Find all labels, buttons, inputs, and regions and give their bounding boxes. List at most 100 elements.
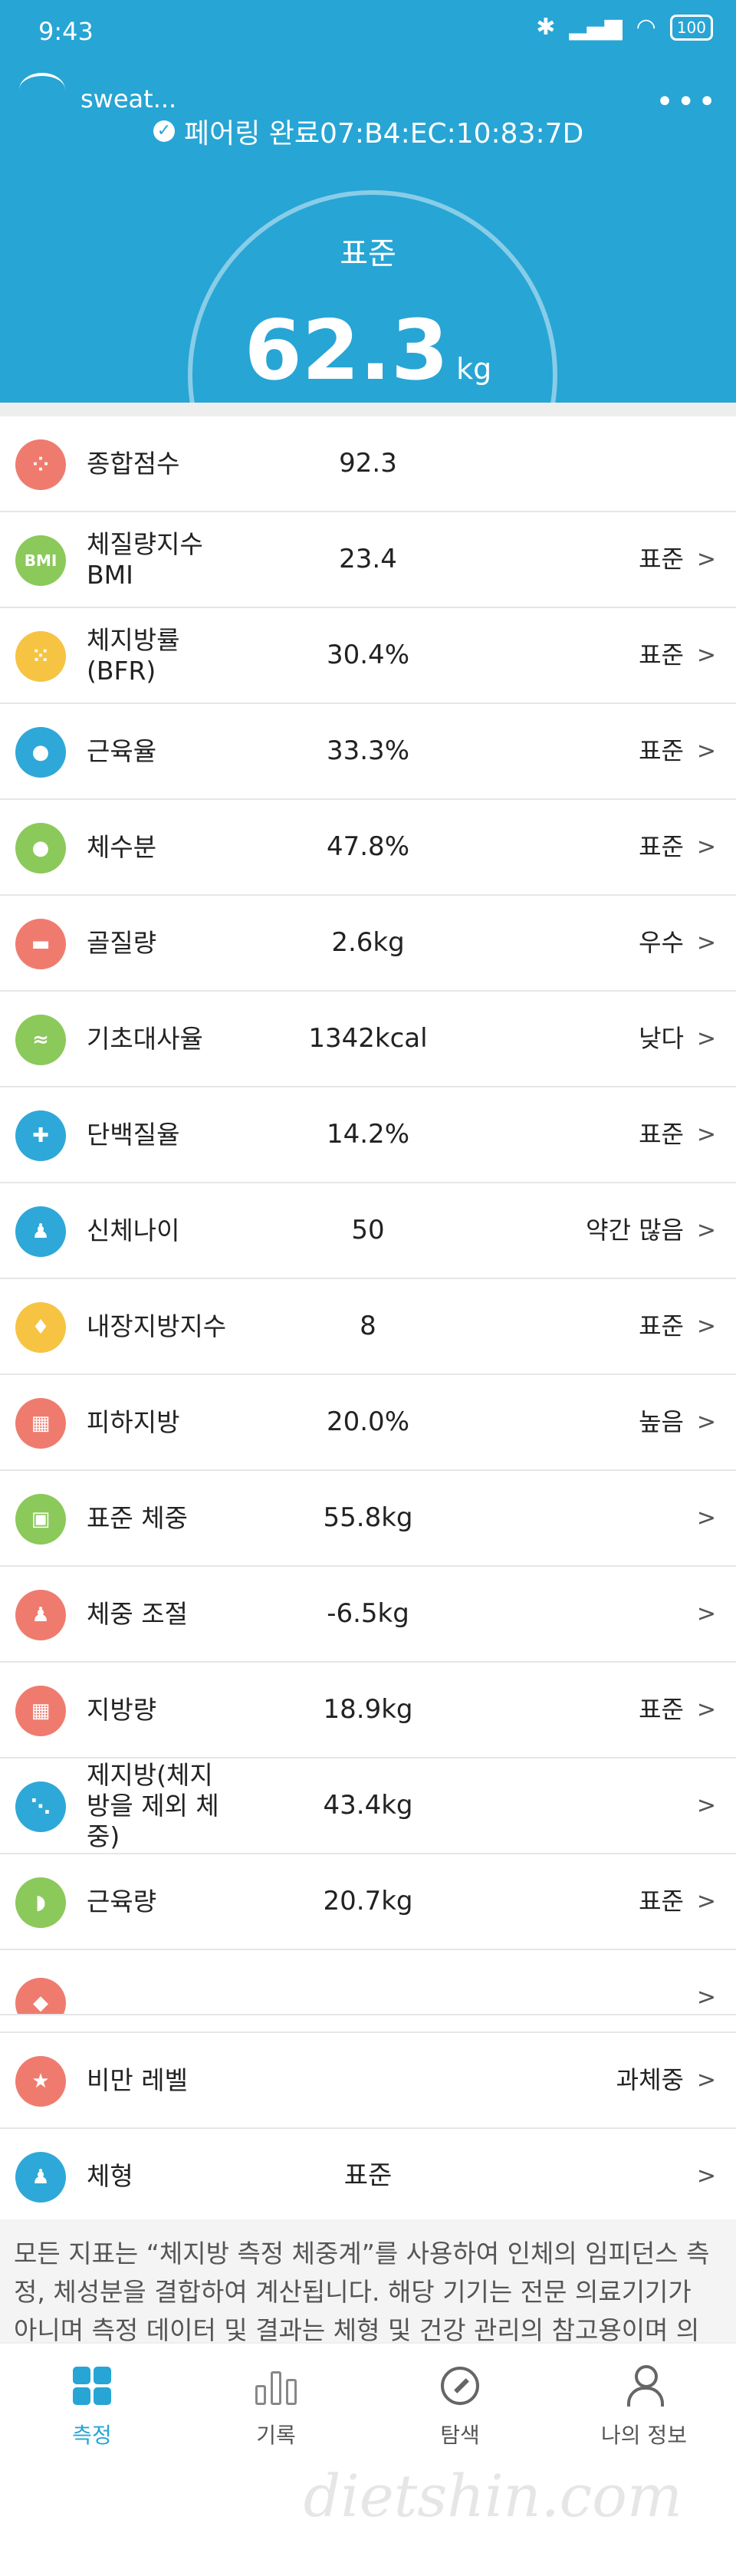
metric-row[interactable]: ● 체수분 47.8% 표준 > xyxy=(0,800,736,896)
metric-status: 높음 xyxy=(639,1407,684,1436)
metric-label: 비만 레벨 xyxy=(87,2064,188,2095)
metric-row[interactable]: ★ 비만 레벨 과체중 > xyxy=(0,2033,736,2129)
chevron-right-icon: > xyxy=(696,1313,716,1340)
grid-icon xyxy=(73,2367,111,2405)
body-age-icon: ♟ xyxy=(15,1206,66,1257)
chart-icon xyxy=(255,2367,297,2405)
nav-measure[interactable]: 측정 xyxy=(31,2359,153,2449)
score-icon: ⁘ xyxy=(15,439,66,490)
metric-row[interactable]: ♟ 체중 조절 -6.5kg > xyxy=(0,1567,736,1663)
header: 9:43 ✱ ▂▄▆ ◠ 100 sweat... ••• ✓ 페어링 완료07… xyxy=(0,0,736,403)
metric-label: 체중 조절 xyxy=(87,1598,188,1629)
pairing-text: 페어링 완료07:B4:EC:10:83:7D xyxy=(184,118,584,150)
bottom-nav: 측정 기록 탐색 나의 정보 xyxy=(0,2342,736,2576)
metric-label: 지방량 xyxy=(87,1694,157,1725)
status-icons: ✱ ▂▄▆ ◠ 100 xyxy=(536,14,713,41)
chevron-right-icon: > xyxy=(696,1792,716,1819)
more-menu-icon[interactable]: ••• xyxy=(656,84,719,120)
nav-label: 측정 xyxy=(72,2423,112,2448)
metric-label: 단백질량 xyxy=(87,1979,232,2015)
protein-icon: ✚ xyxy=(15,1110,66,1161)
metric-label: 체형 xyxy=(87,2160,133,2191)
nav-explore[interactable]: 탐색 xyxy=(399,2359,521,2449)
metric-value: 8 xyxy=(360,1311,376,1341)
nav-records[interactable]: 기록 xyxy=(215,2359,337,2449)
metric-status: 약간 많음 xyxy=(586,1216,684,1245)
disclaimer: 모든 지표는 “체지방 측정 체중계”를 사용하여 인체의 임피던스 측정, 체… xyxy=(0,2219,736,2342)
check-icon: ✓ xyxy=(153,120,175,142)
metric-status: 표준 xyxy=(639,544,684,574)
weight-control-icon: ♟ xyxy=(15,1590,66,1640)
list-section-gap xyxy=(0,2015,736,2033)
metric-value: 43.4kg xyxy=(323,1790,413,1821)
status-bar: 9:43 ✱ ▂▄▆ ◠ 100 xyxy=(0,0,736,61)
metric-row[interactable]: ◗ 근육량 20.7kg 표준 > xyxy=(0,1854,736,1950)
metric-label: 피하지방 xyxy=(87,1406,180,1437)
body-type-icon: ♟ xyxy=(15,2152,66,2203)
metric-value: 47.8% xyxy=(326,831,409,862)
metric-label: 골질량 xyxy=(87,927,157,958)
metric-status: 표준 xyxy=(639,1311,684,1341)
body-fat-icon: ⁙ xyxy=(15,631,66,682)
profile-icon xyxy=(626,2365,664,2407)
disclaimer-text: 모든 지표는 “체지방 측정 체중계”를 사용하여 인체의 임피던스 측정, 체… xyxy=(14,2239,710,2342)
chevron-right-icon: > xyxy=(696,1696,716,1723)
metric-value: 20.7kg xyxy=(323,1886,413,1916)
metric-value: 18.9kg xyxy=(323,1694,413,1725)
metric-status: 표준 xyxy=(639,832,684,861)
metric-row[interactable]: ⁙ 체지방률 (BFR) 30.4% 표준 > xyxy=(0,608,736,704)
device-name[interactable]: sweat... xyxy=(80,84,176,114)
chevron-right-icon: > xyxy=(696,1025,716,1052)
metric-row[interactable]: ♟ 신체나이 50 약간 많음 > xyxy=(0,1183,736,1279)
metric-label: 단백질율 xyxy=(87,1119,180,1150)
metric-label: 체질량지수 BMI xyxy=(87,528,203,590)
metric-list: ⁘ 종합점수 92.3 BMI 체질량지수 BMI 23.4 표준 > ⁙ 체지방률 (BFR) 3… xyxy=(0,416,736,2225)
battery-icon: 100 xyxy=(669,14,713,41)
chevron-right-icon: > xyxy=(696,834,716,860)
metric-row[interactable]: ♦ 내장지방지수 8 표준 > xyxy=(0,1279,736,1375)
status-time: 9:43 xyxy=(38,17,94,46)
metric-value: 23.4 xyxy=(339,544,397,574)
signal-icon: ▂▄▆ xyxy=(569,14,623,41)
metric-status: 표준 xyxy=(639,1120,684,1149)
muscle-icon: ● xyxy=(15,727,66,778)
chevron-right-icon: > xyxy=(696,1601,716,1627)
metric-label: 기초대사율 xyxy=(87,1023,203,1054)
metric-row[interactable]: ● 근육율 33.3% 표준 > xyxy=(0,704,736,800)
chevron-right-icon: > xyxy=(696,1121,716,1148)
metric-value: 14.2% xyxy=(326,1119,409,1150)
metric-row[interactable]: ≈ 기초대사율 1342kcal 낮다 > xyxy=(0,992,736,1087)
nav-my-info[interactable]: 나의 정보 xyxy=(583,2359,705,2449)
nav-label: 나의 정보 xyxy=(601,2423,687,2448)
weight-value: 62.3 xyxy=(244,303,449,399)
wifi-icon: ◠ xyxy=(636,14,656,41)
bmi-icon: BMI xyxy=(15,535,66,586)
metric-status: 과체중 xyxy=(616,2065,684,2094)
metric-row[interactable]: ▦ 지방량 18.9kg 표준 > xyxy=(0,1663,736,1758)
chevron-right-icon: > xyxy=(696,1505,716,1531)
metric-status: 우수 xyxy=(639,928,684,957)
metric-label: 체지방률 (BFR) xyxy=(87,624,180,686)
metric-row[interactable]: ▦ 피하지방 20.0% 높음 > xyxy=(0,1375,736,1471)
metric-row[interactable]: ✚ 단백질율 14.2% 표준 > xyxy=(0,1087,736,1183)
metric-row[interactable]: BMI 체질량지수 BMI 23.4 표준 > xyxy=(0,512,736,608)
muscle-mass-icon: ◗ xyxy=(15,1877,66,1928)
chevron-right-icon: > xyxy=(696,546,716,573)
metric-label: 표준 체중 xyxy=(87,1502,188,1533)
chevron-right-icon: > xyxy=(696,1217,716,1244)
metric-row[interactable]: ▬ 골질량 2.6kg 우수 > xyxy=(0,896,736,992)
metric-label: 근육량 xyxy=(87,1886,157,1916)
lean-mass-icon: ⋱ xyxy=(15,1781,66,1832)
subcutaneous-fat-icon: ▦ xyxy=(15,1398,66,1449)
metric-value: 8.0kg xyxy=(253,1979,483,2014)
metric-label: 체수분 xyxy=(87,831,157,862)
metric-row[interactable]: ⋱ 제지방(체지방을 제외 체중) 43.4kg > xyxy=(0,1758,736,1854)
nav-label: 기록 xyxy=(256,2423,296,2448)
metric-row[interactable]: ◆ 단백질량 8.0kg 표준 > xyxy=(0,1950,736,2015)
metric-row[interactable]: ▣ 표준 체중 55.8kg > xyxy=(0,1471,736,1567)
metric-value xyxy=(253,2033,483,2127)
metric-row[interactable]: ♟ 체형 표준 > xyxy=(0,2129,736,2225)
standard-weight-icon: ▣ xyxy=(15,1494,66,1545)
watermark: dietshin.com xyxy=(303,2462,682,2530)
metric-value: -6.5kg xyxy=(327,1598,409,1629)
